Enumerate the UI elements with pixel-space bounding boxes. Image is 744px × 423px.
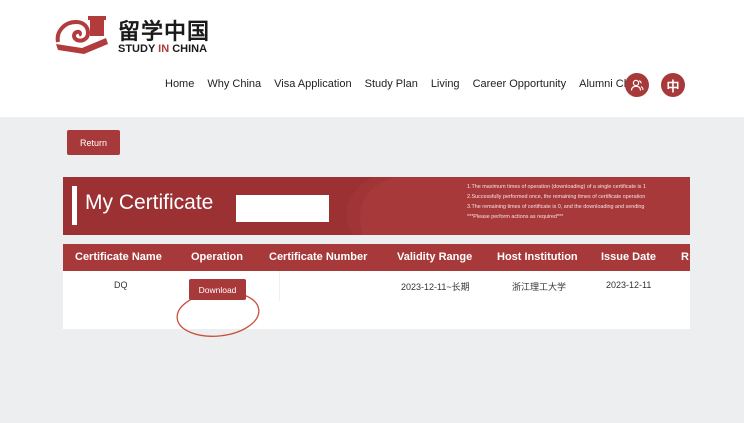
col-host-institution: Host Institution bbox=[497, 251, 578, 263]
logo-english-text: STUDY IN CHINA bbox=[118, 43, 208, 55]
nav-why-china[interactable]: Why China bbox=[207, 78, 261, 92]
certificate-table: Certificate Name Operation Certificate N… bbox=[63, 244, 690, 337]
note-3: 3.The remaining times of certificate is … bbox=[467, 204, 645, 210]
cell-host-institution: 浙江理工大学 bbox=[512, 282, 567, 292]
table-row: DQ Download 2023-12-11~长期 浙江理工大学 2023-12… bbox=[63, 271, 690, 337]
nav-home[interactable]: Home bbox=[165, 78, 194, 92]
col-validity-range: Validity Range bbox=[397, 251, 473, 263]
page-title: My Certificate bbox=[85, 191, 214, 214]
nav-living[interactable]: Living bbox=[431, 78, 460, 92]
main-nav: Home Why China Visa Application Study Pl… bbox=[165, 78, 645, 92]
download-button[interactable]: Download bbox=[189, 279, 246, 300]
note-4: ***Please perform actions as required*** bbox=[467, 214, 564, 220]
nav-career-opportunity[interactable]: Career Opportunity bbox=[473, 78, 567, 92]
col-remaining: R bbox=[681, 251, 689, 263]
note-2: 2.Successfully performed once, the remai… bbox=[467, 194, 646, 200]
note-1: 1.The maximum times of operation (downlo… bbox=[467, 184, 646, 190]
site-header: 留学中国 STUDY IN CHINA Home Why China Visa … bbox=[0, 0, 744, 117]
nav-visa-application[interactable]: Visa Application bbox=[274, 78, 351, 92]
col-certificate-number: Certificate Number bbox=[269, 251, 368, 263]
banner-accent-bar bbox=[72, 186, 77, 225]
cell-validity-range: 2023-12-11~长期 bbox=[401, 282, 470, 292]
return-button[interactable]: Return bbox=[67, 130, 120, 155]
logo-chinese-text: 留学中国 bbox=[118, 19, 211, 45]
instructions-notes: 1.The maximum times of operation (downlo… bbox=[467, 182, 690, 222]
col-certificate-name: Certificate Name bbox=[75, 251, 162, 263]
cell-certificate-number bbox=[279, 271, 370, 301]
redacted-name-box bbox=[236, 195, 329, 222]
cell-certificate-name: DQ bbox=[114, 280, 128, 290]
col-operation: Operation bbox=[191, 251, 243, 263]
user-account-button[interactable] bbox=[625, 73, 649, 97]
users-icon bbox=[630, 79, 644, 91]
cell-issue-date: 2023-12-11 bbox=[606, 280, 652, 290]
table-header: Certificate Name Operation Certificate N… bbox=[63, 244, 690, 271]
language-toggle-button[interactable]: 中 bbox=[661, 73, 685, 97]
site-logo[interactable]: 留学中国 STUDY IN CHINA bbox=[54, 14, 224, 58]
nav-study-plan[interactable]: Study Plan bbox=[365, 78, 418, 92]
certificate-banner: My Certificate 1.The maximum times of op… bbox=[63, 177, 690, 235]
col-issue-date: Issue Date bbox=[601, 251, 657, 263]
logo-emblem-icon bbox=[55, 16, 108, 54]
